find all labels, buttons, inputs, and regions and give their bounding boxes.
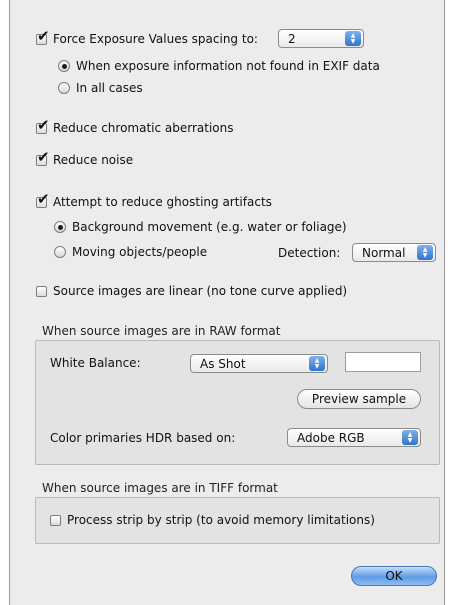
- radio-row-moving[interactable]: Moving objects/people: [54, 245, 207, 259]
- popup-arrows-icon: ▲ ▼: [309, 356, 325, 371]
- checkmark-icon: ✔: [37, 26, 50, 45]
- raw-group-box: White Balance: As Shot ▲ ▼ Preview sample…: [35, 340, 440, 465]
- force-exposure-row: ✔ Force Exposure Values spacing to:: [36, 28, 258, 46]
- color-primaries-label: Color primaries HDR based on:: [50, 431, 236, 445]
- ghosting-row[interactable]: ✔ Attempt to reduce ghosting artifacts: [36, 191, 272, 209]
- white-balance-field[interactable]: [345, 352, 421, 372]
- radio-row-background[interactable]: Background movement (e.g. water or folia…: [54, 220, 347, 234]
- ghosting-checkbox[interactable]: ✔: [36, 191, 50, 208]
- linear-label: Source images are linear (no tone curve …: [53, 284, 348, 298]
- radio-background-label: Background movement (e.g. water or folia…: [72, 220, 347, 234]
- detection-label: Detection:: [278, 246, 341, 260]
- ok-label: OK: [385, 569, 403, 583]
- popup-arrows-icon: ▲ ▼: [417, 245, 433, 260]
- radio-row-all-cases[interactable]: In all cases: [58, 81, 143, 95]
- white-balance-label: White Balance:: [50, 356, 141, 370]
- linear-row[interactable]: Source images are linear (no tone curve …: [36, 284, 347, 298]
- chromatic-label: Reduce chromatic aberrations: [53, 121, 234, 135]
- radio-not-found[interactable]: [58, 60, 70, 72]
- ev-spacing-value: 2: [288, 31, 296, 46]
- noise-row[interactable]: ✔ Reduce noise: [36, 149, 134, 167]
- color-primaries-value: Adobe RGB: [297, 430, 365, 445]
- radio-row-not-found[interactable]: When exposure information not found in E…: [58, 59, 380, 73]
- popup-arrows-icon: ▲ ▼: [345, 31, 361, 46]
- radio-moving-objects[interactable]: [54, 246, 66, 258]
- radio-all-cases[interactable]: [58, 82, 70, 94]
- ok-button[interactable]: OK: [351, 566, 437, 586]
- ev-spacing-popup[interactable]: 2 ▲ ▼: [278, 29, 364, 48]
- preview-sample-label: Preview sample: [311, 392, 407, 406]
- tiff-group-box: Process strip by strip (to avoid memory …: [35, 497, 440, 544]
- radio-selected-dot: [61, 63, 67, 69]
- noise-label: Reduce noise: [53, 153, 134, 167]
- strip-label: Process strip by strip (to avoid memory …: [67, 513, 375, 527]
- radio-background-movement[interactable]: [54, 221, 66, 233]
- strip-row[interactable]: Process strip by strip (to avoid memory …: [50, 513, 375, 527]
- color-primaries-popup[interactable]: Adobe RGB ▲ ▼: [287, 428, 421, 447]
- preview-sample-button[interactable]: Preview sample: [297, 389, 421, 409]
- radio-all-cases-label: In all cases: [76, 81, 143, 95]
- chromatic-row[interactable]: ✔ Reduce chromatic aberrations: [36, 117, 234, 135]
- force-exposure-label: Force Exposure Values spacing to:: [53, 32, 258, 46]
- force-exposure-checkbox[interactable]: ✔: [36, 28, 50, 45]
- detection-value: Normal: [362, 245, 406, 260]
- radio-moving-label: Moving objects/people: [72, 245, 208, 259]
- checkmark-icon: ✔: [37, 115, 50, 134]
- popup-arrows-icon: ▲ ▼: [402, 430, 418, 445]
- tiff-group-title: When source images are in TIFF format: [42, 481, 278, 495]
- dialog-window: ✔ Force Exposure Values spacing to: 2 ▲ ▼…: [9, 0, 445, 605]
- checkmark-icon: ✔: [37, 147, 50, 166]
- radio-not-found-label: When exposure information not found in E…: [76, 59, 380, 73]
- white-balance-value: As Shot: [200, 356, 246, 371]
- strip-checkbox[interactable]: [50, 514, 61, 526]
- raw-group-title: When source images are in RAW format: [42, 324, 281, 338]
- radio-selected-dot: [57, 224, 63, 230]
- checkmark-icon: ✔: [37, 189, 50, 208]
- noise-checkbox[interactable]: ✔: [36, 149, 50, 166]
- chromatic-checkbox[interactable]: ✔: [36, 117, 50, 134]
- linear-checkbox[interactable]: [36, 285, 47, 297]
- ghosting-label: Attempt to reduce ghosting artifacts: [53, 195, 272, 209]
- white-balance-popup[interactable]: As Shot ▲ ▼: [190, 354, 328, 373]
- detection-popup[interactable]: Normal ▲ ▼: [352, 243, 436, 262]
